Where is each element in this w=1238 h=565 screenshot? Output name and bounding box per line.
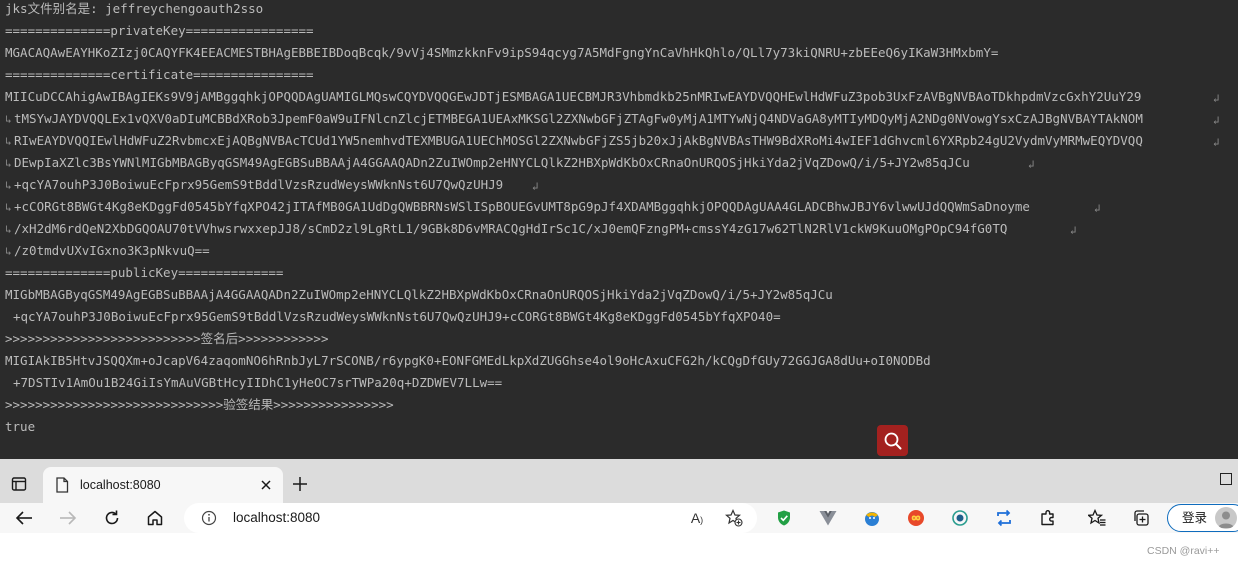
collections-icon	[1134, 510, 1149, 526]
bird-icon	[865, 512, 879, 526]
sync-icon	[997, 509, 1011, 527]
profile-icon	[1218, 511, 1234, 528]
soft-wrap-end-icon: ↲	[1028, 158, 1035, 171]
console-line: tMSYwJAYDVQQLEx1vQXV0aDIuMCBBdXRob3JpemF…	[14, 111, 1143, 126]
target-icon	[952, 510, 968, 526]
sync-extension-button[interactable]	[994, 508, 1014, 528]
console-line: >>>>>>>>>>>>>>>>>>>>>>>>>>>>>验签结果>>>>>>>…	[5, 397, 394, 412]
shield-check-icon	[778, 510, 790, 526]
console-line: +qcYA7ouhP3J0BoiwuEcFprx95GemS9tBddlVzsR…	[14, 177, 504, 192]
back-button[interactable]	[10, 504, 38, 532]
avatar	[1215, 507, 1237, 529]
tab-close-button[interactable]	[257, 476, 275, 494]
home-icon	[147, 510, 163, 526]
infinity-extension-button[interactable]	[906, 508, 926, 528]
tab-localhost[interactable]: localhost:8080	[43, 467, 283, 503]
tab-title: localhost:8080	[80, 478, 161, 492]
console-line: >>>>>>>>>>>>>>>>>>>>>>>>>>签名后>>>>>>>>>>>…	[5, 331, 329, 346]
console-line: DEwpIaXZlc3BsYWNlMIGbMBAGByqGSM49AgEGBSu…	[14, 155, 970, 170]
watermark: CSDN @ravi++	[1147, 545, 1220, 557]
close-icon	[261, 480, 271, 490]
browser-toolbar: localhost:8080 A) 登录	[0, 503, 1238, 533]
address-bar[interactable]: localhost:8080 A)	[184, 503, 757, 533]
infinity-icon	[908, 510, 924, 526]
refresh-button[interactable]	[98, 504, 126, 532]
console-line: ==============certificate===============…	[5, 67, 314, 82]
maximize-button[interactable]	[1220, 473, 1232, 485]
new-tab-button[interactable]	[288, 472, 312, 496]
soft-wrap-end-icon: ↲	[1213, 114, 1220, 127]
console-line: MGACAQAwEAYHKoZIzj0CAQYFK4EEACMESTBHAgEB…	[5, 45, 999, 60]
page-icon	[56, 477, 69, 493]
soft-wrap-end-icon: ↲	[1070, 224, 1077, 237]
console-line: MIICuDCCAhigAwIBAgIEKs9V9jAMBggqhkjOPQQD…	[5, 89, 1142, 104]
puzzle-icon	[1041, 510, 1054, 526]
bird-extension-button[interactable]	[862, 508, 882, 528]
console-line: true	[5, 419, 36, 434]
page-bottom: CSDN @ravi++	[0, 533, 1238, 565]
soft-wrap-end-icon: ↲	[1213, 136, 1220, 149]
console-line: +7DSTIv1AmOu1B24GiIsYmAuVGBtHcyIIDhC1yHe…	[13, 375, 503, 390]
console-line: RIwEAYDVQQIEwlHdWFuZ2RvbmcxEjAQBgNVBAcTC…	[14, 133, 1143, 148]
sign-in-label: 登录	[1182, 511, 1208, 525]
vue-devtools-extension-button[interactable]	[818, 508, 838, 528]
home-button[interactable]	[141, 504, 169, 532]
search-floating-button[interactable]	[877, 425, 908, 456]
console-line: +qcYA7ouhP3J0BoiwuEcFprx95GemS9tBddlVzsR…	[13, 309, 781, 324]
console-line: ==============privateKey================…	[5, 23, 314, 38]
read-aloud-icon: A)	[690, 510, 704, 526]
tab-actions-icon	[11, 477, 27, 491]
star-add-icon	[725, 509, 743, 527]
target-extension-button[interactable]	[950, 508, 970, 528]
console-line: jks文件别名是: jeffreychengoauth2sso	[5, 1, 264, 16]
collections-button[interactable]	[1131, 508, 1151, 528]
add-favorite-button[interactable]	[724, 508, 744, 528]
read-aloud-button[interactable]: A)	[687, 508, 707, 528]
search-icon	[884, 432, 901, 449]
browser-tab-strip: localhost:8080	[0, 459, 1238, 503]
soft-wrap-end-icon: ↲	[1213, 92, 1220, 105]
sign-in-button[interactable]: 登录	[1167, 504, 1238, 532]
vue-logo-icon	[819, 511, 837, 526]
console-output: jks文件别名是: jeffreychengoauth2sso ========…	[0, 0, 1238, 459]
back-arrow-icon	[15, 511, 32, 525]
forward-arrow-icon	[60, 511, 77, 525]
tab-actions-button[interactable]	[7, 472, 31, 496]
console-line: MIGIAkIB5HtvJSQQXm+oJcapV64zaqomNO6hRnbJ…	[5, 353, 931, 368]
soft-wrap-end-icon: ↲	[1094, 202, 1101, 215]
forward-button[interactable]	[54, 504, 82, 532]
console-line: ==============publicKey==============	[5, 265, 284, 280]
favorites-icon	[1088, 509, 1106, 526]
address-url[interactable]: localhost:8080	[233, 510, 320, 526]
plus-icon	[293, 477, 307, 491]
soft-wrap-end-icon: ↲	[532, 180, 539, 193]
info-icon[interactable]	[201, 510, 217, 526]
console-line: /z0tmdvUXvIGxno3K3pNkvuQ==	[14, 243, 210, 258]
refresh-icon	[105, 510, 119, 525]
favorites-button[interactable]	[1087, 508, 1107, 528]
extensions-button[interactable]	[1038, 508, 1058, 528]
console-line: +cCORGt8BWGt4Kg8eKDggFd0545bYfqXPO42jITA…	[14, 199, 1030, 214]
shield-extension-button[interactable]	[774, 508, 794, 528]
console-line: /xH2dM6rdQeN2XbDGQOAU70tVVhwsrwxxepJJ8/s…	[14, 221, 1008, 236]
console-line: MIGbMBAGByqGSM49AgEGBSuBBAAjA4GGAAQADn2Z…	[5, 287, 833, 302]
